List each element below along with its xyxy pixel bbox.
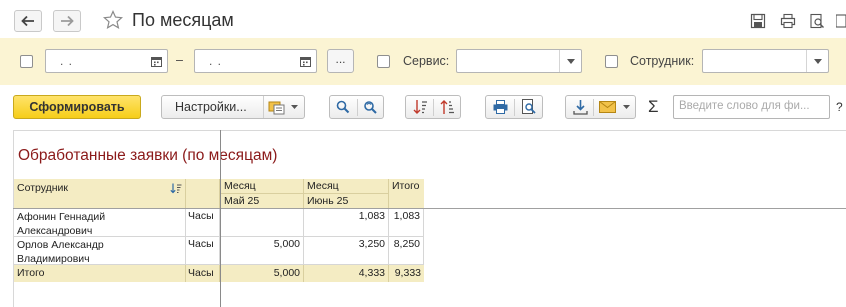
forward-button[interactable] <box>53 10 81 32</box>
employee-name-line: Александрович <box>17 225 93 237</box>
divider <box>263 96 264 118</box>
save-icon[interactable] <box>750 13 766 29</box>
column-header-may: Май 25 <box>221 194 304 208</box>
report-border <box>13 130 846 131</box>
print-icon[interactable] <box>780 13 796 29</box>
employee-checkbox[interactable] <box>605 55 618 68</box>
table-cell-unit: Часы <box>186 209 220 237</box>
date-to-value: . . <box>209 54 223 68</box>
help-icon[interactable]: ? <box>836 100 843 114</box>
chevron-down-icon[interactable] <box>559 50 581 72</box>
employee-name-line: Орлов Александр <box>17 239 104 251</box>
employee-select[interactable] <box>702 49 829 73</box>
period-checkbox[interactable] <box>20 55 33 68</box>
settings-button[interactable]: Настройки... <box>161 95 305 119</box>
select-period-button[interactable]: ... <box>327 49 354 73</box>
title-bar: По месяцам <box>0 0 846 38</box>
divider <box>514 99 515 116</box>
print-preview-icon[interactable] <box>521 99 536 115</box>
search-next-icon[interactable] <box>363 100 378 114</box>
calendar-icon[interactable] <box>145 50 167 72</box>
chevron-down-icon[interactable] <box>806 50 828 72</box>
settings-label: Настройки... <box>175 100 247 114</box>
service-label: Сервис: <box>403 54 450 68</box>
report-title: Обработанные заявки (по месяцам) <box>18 147 278 164</box>
grand-total-label[interactable]: Итого <box>14 265 186 282</box>
find-group <box>329 95 384 119</box>
service-checkbox[interactable] <box>377 55 390 68</box>
grand-total-june: 4,333 <box>304 265 389 282</box>
divider <box>433 99 434 116</box>
calendar-icon[interactable] <box>294 50 316 72</box>
column-header-unit <box>186 179 220 208</box>
table-cell-june: 3,250 <box>304 237 389 265</box>
column-header-month: Месяц <box>221 179 304 194</box>
table-cell-total: 8,250 <box>389 237 424 265</box>
arrow-left-icon <box>21 15 34 27</box>
sort-descending-icon[interactable] <box>413 99 428 115</box>
column-header-employee[interactable]: Сотрудник <box>14 179 186 208</box>
table-row-employee[interactable]: Афонин Геннадий Александрович <box>14 209 186 237</box>
search-icon[interactable] <box>336 100 350 114</box>
back-button[interactable] <box>14 10 42 32</box>
print-group <box>485 95 543 119</box>
sort-group <box>405 95 461 119</box>
column-header-month: Месяц <box>304 179 389 194</box>
search-input[interactable]: Введите слово для фи... <box>673 95 830 119</box>
preview-icon[interactable] <box>809 13 825 29</box>
column-header-june: Июнь 25 <box>304 194 389 208</box>
generate-button[interactable]: Сформировать <box>13 95 141 119</box>
export-group <box>565 95 636 119</box>
table-cell-june: 1,083 <box>304 209 389 237</box>
sort-descending-icon[interactable] <box>170 183 182 194</box>
page-title: По месяцам <box>132 10 234 30</box>
print-icon[interactable] <box>493 100 508 114</box>
employee-label: Сотрудник: <box>630 54 695 68</box>
table-cell-may: 5,000 <box>221 237 304 265</box>
grand-total-total: 9,333 <box>389 265 424 282</box>
date-from-value: . . <box>60 54 74 68</box>
chevron-down-icon[interactable] <box>623 105 630 109</box>
sum-icon[interactable]: Σ <box>648 97 659 117</box>
grand-total-unit: Часы <box>186 265 220 282</box>
table-cell-total: 1,083 <box>389 209 424 237</box>
date-from-field[interactable]: . . <box>45 49 168 73</box>
variants-icon <box>268 101 285 115</box>
table-row-employee[interactable]: Орлов Александр Владимирович <box>14 237 186 265</box>
download-icon[interactable] <box>573 99 588 115</box>
favorite-star-icon[interactable] <box>103 10 123 30</box>
sort-ascending-icon[interactable] <box>440 99 455 115</box>
employee-name-line: Владимирович <box>17 253 90 265</box>
email-icon[interactable] <box>599 101 616 113</box>
arrow-right-icon <box>61 15 74 27</box>
date-to-field[interactable]: . . <box>194 49 317 73</box>
chevron-down-icon <box>291 105 298 109</box>
table-cell-unit: Часы <box>186 237 220 265</box>
table-cell-may <box>221 209 304 237</box>
grand-total-may: 5,000 <box>221 265 304 282</box>
service-select[interactable] <box>456 49 582 73</box>
date-range-dash: – <box>176 53 183 67</box>
column-header-total: Итого <box>389 179 424 208</box>
more-icon[interactable] <box>836 13 846 29</box>
divider <box>593 99 594 116</box>
column-header-label: Сотрудник <box>17 182 69 194</box>
employee-name-line: Афонин Геннадий <box>17 211 106 223</box>
divider <box>357 99 358 116</box>
